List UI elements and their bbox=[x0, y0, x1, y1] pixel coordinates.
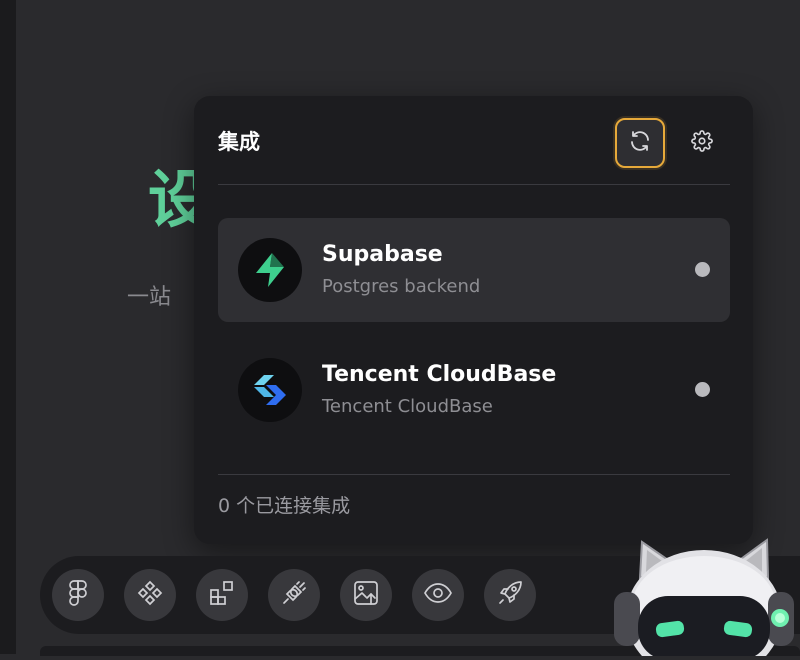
header-divider bbox=[218, 184, 730, 185]
hero-subtitle: 一站 bbox=[127, 285, 172, 310]
integration-name: Tencent CloudBase bbox=[322, 362, 557, 387]
status-indicator bbox=[695, 382, 710, 397]
figma-icon bbox=[66, 580, 90, 610]
image-upload-button[interactable] bbox=[340, 569, 392, 621]
add-widget-icon bbox=[209, 580, 235, 610]
popup-title: 集成 bbox=[218, 130, 260, 154]
status-indicator bbox=[695, 262, 710, 277]
connected-count-text: 0 个已连接集成 bbox=[218, 495, 351, 517]
figma-button[interactable] bbox=[52, 569, 104, 621]
robot-mascot-avatar[interactable] bbox=[612, 536, 800, 660]
integrations-popup: 集成 Supabase Postgres backend Tencent Clo… bbox=[194, 96, 753, 544]
left-sidebar-edge bbox=[0, 0, 16, 654]
integration-item-tencent-cloudbase[interactable]: Tencent CloudBase Tencent CloudBase bbox=[218, 338, 730, 442]
refresh-icon bbox=[628, 129, 652, 157]
plug-icon bbox=[281, 580, 307, 610]
deploy-button[interactable] bbox=[484, 569, 536, 621]
refresh-button[interactable] bbox=[615, 118, 665, 168]
gear-icon bbox=[691, 130, 713, 156]
plug-button[interactable] bbox=[268, 569, 320, 621]
add-widget-button[interactable] bbox=[196, 569, 248, 621]
components-icon bbox=[137, 580, 163, 610]
eye-icon bbox=[424, 583, 452, 607]
image-upload-icon bbox=[353, 580, 379, 610]
cloudbase-logo-icon bbox=[238, 358, 302, 422]
preview-button[interactable] bbox=[412, 569, 464, 621]
integration-description: Postgres backend bbox=[322, 276, 481, 297]
rocket-icon bbox=[497, 580, 523, 610]
settings-button[interactable] bbox=[683, 124, 721, 162]
footer-divider bbox=[218, 474, 730, 475]
integration-name: Supabase bbox=[322, 242, 443, 267]
supabase-logo-icon bbox=[238, 238, 302, 302]
integration-description: Tencent CloudBase bbox=[322, 396, 493, 417]
components-button[interactable] bbox=[124, 569, 176, 621]
integration-item-supabase[interactable]: Supabase Postgres backend bbox=[218, 218, 730, 322]
